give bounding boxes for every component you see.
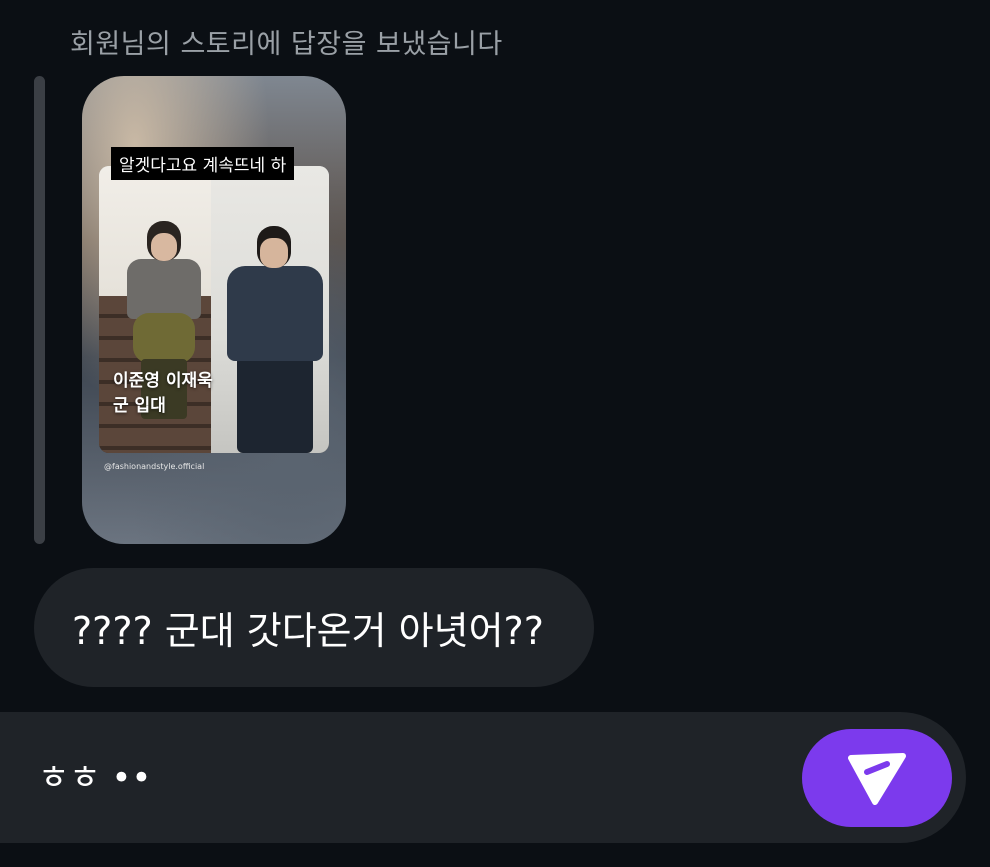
thread-line bbox=[34, 76, 45, 544]
story-top-label: 알겟다고요 계속뜨네 하 bbox=[111, 147, 295, 180]
story-headline: 이준영 이재욱 군 입대 bbox=[113, 369, 213, 419]
message-text: ???? 군대 갓다온거 아녓어?? bbox=[72, 609, 544, 653]
photo-person-right bbox=[227, 226, 323, 453]
story-headline-line2: 군 입대 bbox=[113, 396, 166, 416]
reply-caption: 회원님의 스토리에 답장을 보냈습니다 bbox=[70, 29, 503, 60]
story-handle: @fashionandstyle.official bbox=[104, 462, 205, 471]
story-headline-line1: 이준영 이재욱 bbox=[113, 371, 213, 391]
send-button[interactable] bbox=[802, 729, 952, 827]
story-preview[interactable]: 알겟다고요 계속뜨네 하 이준영 이재욱 군 입대 @fashionandsty… bbox=[82, 76, 346, 544]
send-icon bbox=[848, 753, 906, 805]
message-input[interactable]: ㅎㅎ •• bbox=[38, 750, 738, 806]
message-bubble[interactable]: ???? 군대 갓다온거 아녓어?? bbox=[34, 568, 594, 687]
message-composer: ㅎㅎ •• bbox=[0, 712, 966, 843]
